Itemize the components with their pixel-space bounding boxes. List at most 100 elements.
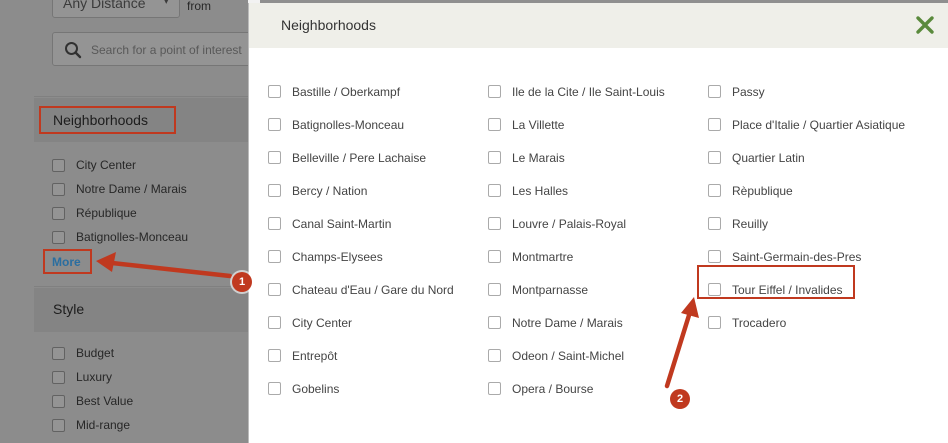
sidebar-neighborhood-item[interactable]: Batignolles-Monceau [52, 229, 188, 245]
sidebar-neighborhood-item[interactable]: City Center [52, 157, 136, 173]
distance-select[interactable]: Any Distance ▾ [52, 0, 180, 18]
checkbox-label: Batignolles-Monceau [292, 117, 405, 132]
checkbox[interactable] [52, 394, 65, 408]
checkbox[interactable] [268, 316, 281, 329]
neighborhood-option[interactable]: Trocadero [708, 306, 905, 339]
neighborhood-option[interactable]: Montmartre [488, 240, 665, 273]
checkbox[interactable] [52, 346, 65, 360]
search-icon [65, 42, 82, 59]
sidebar-style-item[interactable]: Luxury [52, 369, 112, 385]
neighborhood-option[interactable]: Rèpublique [708, 174, 905, 207]
checkbox[interactable] [488, 316, 501, 329]
checkbox-label: Budget [76, 346, 115, 360]
neighborhood-option[interactable]: Quartier Latin [708, 141, 905, 174]
checkbox-label: Louvre / Palais-Royal [512, 216, 627, 231]
checkbox-label: Batignolles-Monceau [76, 230, 189, 244]
neighborhood-option[interactable]: Le Marais [488, 141, 665, 174]
neighborhood-option[interactable]: Louvre / Palais-Royal [488, 207, 665, 240]
checkbox[interactable] [708, 151, 721, 164]
sidebar-style-item[interactable]: Budget [52, 345, 114, 361]
checkbox[interactable] [488, 184, 501, 197]
checkbox-label: Le Marais [512, 150, 565, 165]
checkbox[interactable] [268, 283, 281, 296]
neighborhood-option[interactable]: Montparnasse [488, 273, 665, 306]
neighborhood-option[interactable]: Bercy / Nation [268, 174, 454, 207]
checkbox-label: République [76, 206, 137, 220]
checkbox[interactable] [52, 158, 65, 172]
neighborhood-option[interactable]: Canal Saint-Martin [268, 207, 454, 240]
checkbox[interactable] [488, 283, 501, 296]
neighborhood-option[interactable]: City Center [268, 306, 454, 339]
neighborhood-option[interactable]: Belleville / Pere Lachaise [268, 141, 454, 174]
checkbox[interactable] [708, 118, 721, 131]
neighborhood-column-2: Ile de la Cite / Ile Saint-Louis La Vill… [488, 75, 665, 405]
sidebar-neighborhood-item[interactable]: Notre Dame / Marais [52, 181, 187, 197]
neighborhood-option[interactable]: Reuilly [708, 207, 905, 240]
checkbox[interactable] [52, 230, 65, 244]
checkbox[interactable] [708, 250, 721, 263]
neighborhood-option[interactable]: Opera / Bourse [488, 372, 665, 405]
neighborhoods-modal: Neighborhoods Bastille / Oberkampf Batig… [248, 3, 948, 443]
annotation-highlight-tour-eiffel [697, 265, 855, 299]
poi-search-input[interactable]: Search for a point of interest [52, 32, 252, 66]
checkbox[interactable] [488, 217, 501, 230]
checkbox-label: Odeon / Saint-Michel [512, 348, 625, 363]
checkbox[interactable] [268, 250, 281, 263]
neighborhood-option[interactable]: Chateau d'Eau / Gare du Nord [268, 273, 454, 306]
checkbox[interactable] [488, 250, 501, 263]
neighborhood-option[interactable]: Notre Dame / Marais [488, 306, 665, 339]
checkbox-label: Ile de la Cite / Ile Saint-Louis [512, 84, 665, 99]
checkbox-label: Notre Dame / Marais [76, 182, 187, 196]
checkbox[interactable] [708, 85, 721, 98]
neighborhood-option[interactable]: Bastille / Oberkampf [268, 75, 454, 108]
neighborhood-option[interactable]: Place d'Italie / Quartier Asiatique [708, 108, 905, 141]
checkbox[interactable] [268, 85, 281, 98]
checkbox[interactable] [268, 184, 281, 197]
checkbox[interactable] [708, 184, 721, 197]
checkbox[interactable] [268, 118, 281, 131]
neighborhood-option[interactable]: Gobelins [268, 372, 454, 405]
checkbox-label: La Villette [512, 117, 565, 132]
checkbox[interactable] [268, 217, 281, 230]
checkbox-label: Notre Dame / Marais [512, 315, 623, 330]
checkbox[interactable] [268, 382, 281, 395]
checkbox[interactable] [708, 217, 721, 230]
chevron-down-icon: ▾ [163, 0, 169, 7]
neighborhood-option[interactable]: Batignolles-Monceau [268, 108, 454, 141]
neighborhood-option[interactable]: Ile de la Cite / Ile Saint-Louis [488, 75, 665, 108]
divider [34, 286, 248, 287]
sidebar-style-item[interactable]: Best Value [52, 393, 133, 409]
checkbox-label: Canal Saint-Martin [292, 216, 392, 231]
checkbox[interactable] [708, 316, 721, 329]
checkbox[interactable] [488, 118, 501, 131]
checkbox[interactable] [488, 151, 501, 164]
neighborhood-option[interactable]: Odeon / Saint-Michel [488, 339, 665, 372]
checkbox[interactable] [52, 370, 65, 384]
checkbox[interactable] [268, 349, 281, 362]
checkbox[interactable] [268, 151, 281, 164]
sidebar-neighborhood-item[interactable]: République [52, 205, 137, 221]
style-section-header[interactable]: Style [34, 288, 248, 332]
checkbox[interactable] [52, 182, 65, 196]
step-badge-2: 2 [670, 389, 690, 409]
neighborhood-option[interactable]: Champs-Elysees [268, 240, 454, 273]
checkbox-label: Belleville / Pere Lachaise [292, 150, 427, 165]
sidebar-style-item[interactable]: Mid-range [52, 417, 130, 433]
checkbox[interactable] [52, 418, 65, 432]
modal-header: Neighborhoods [249, 3, 948, 48]
neighborhood-option[interactable]: La Villette [488, 108, 665, 141]
annotation-highlight-neighborhoods [39, 106, 176, 134]
neighborhood-option[interactable]: Passy [708, 75, 905, 108]
checkbox-label: Champs-Elysees [292, 249, 383, 264]
checkbox-label: Entrepôt [292, 348, 338, 363]
neighborhood-option[interactable]: Les Halles [488, 174, 665, 207]
checkbox-label: Trocadero [732, 315, 787, 330]
checkbox[interactable] [488, 382, 501, 395]
checkbox[interactable] [488, 85, 501, 98]
checkbox-label: Chateau d'Eau / Gare du Nord [292, 282, 454, 297]
checkbox-label: Gobelins [292, 381, 340, 396]
checkbox[interactable] [52, 206, 65, 220]
neighborhood-option[interactable]: Entrepôt [268, 339, 454, 372]
close-icon[interactable] [915, 15, 935, 35]
checkbox[interactable] [488, 349, 501, 362]
